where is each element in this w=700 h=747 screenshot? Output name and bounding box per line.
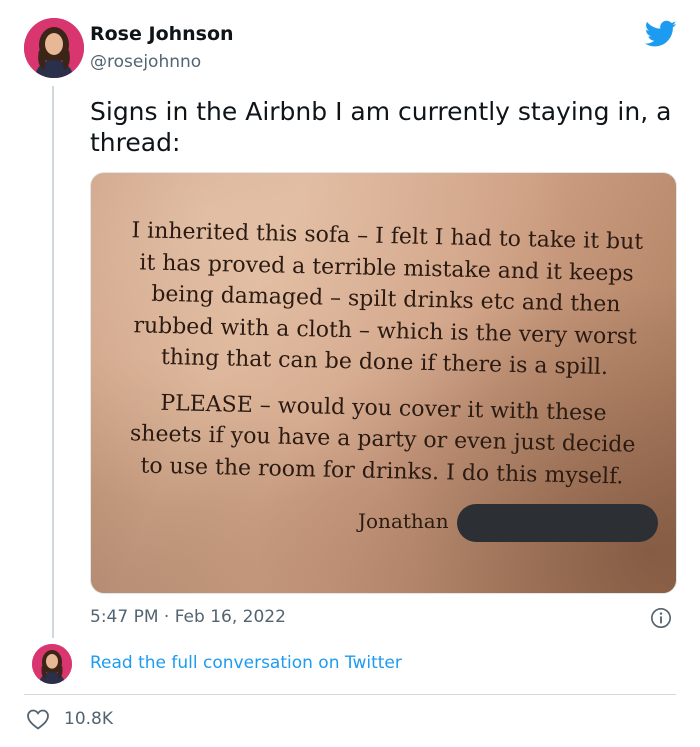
read-conversation-link[interactable]: Read the full conversation on Twitter	[90, 653, 402, 673]
sign-signature: Jonathan	[358, 509, 449, 533]
author-name[interactable]: Rose Johnson	[90, 23, 234, 45]
info-icon[interactable]	[650, 607, 672, 629]
tweet-text: Signs in the Airbnb I am currently stayi…	[90, 97, 672, 157]
heart-icon[interactable]	[26, 708, 50, 730]
divider	[24, 694, 676, 695]
tweet-timestamp[interactable]: 5:47 PM · Feb 16, 2022	[90, 607, 286, 627]
like-count[interactable]: 10.8K	[64, 709, 113, 729]
thread-line	[52, 86, 54, 638]
redaction-bar	[457, 504, 658, 542]
avatar-image	[24, 18, 84, 78]
sign-text-block: I inherited this sofa – I felt I had to …	[91, 214, 676, 507]
sign-paragraph-2: PLEASE – would you cover it with these s…	[91, 386, 676, 494]
avatar-image	[32, 644, 72, 684]
author-avatar[interactable]	[24, 18, 84, 78]
sign-paragraph-1: I inherited this sofa – I felt I had to …	[91, 214, 676, 385]
author-handle[interactable]: @rosejohnno	[90, 52, 201, 72]
twitter-bird-icon[interactable]	[645, 20, 677, 48]
author-avatar-small[interactable]	[32, 644, 72, 684]
tweet-photo[interactable]: I inherited this sofa – I felt I had to …	[90, 172, 677, 594]
